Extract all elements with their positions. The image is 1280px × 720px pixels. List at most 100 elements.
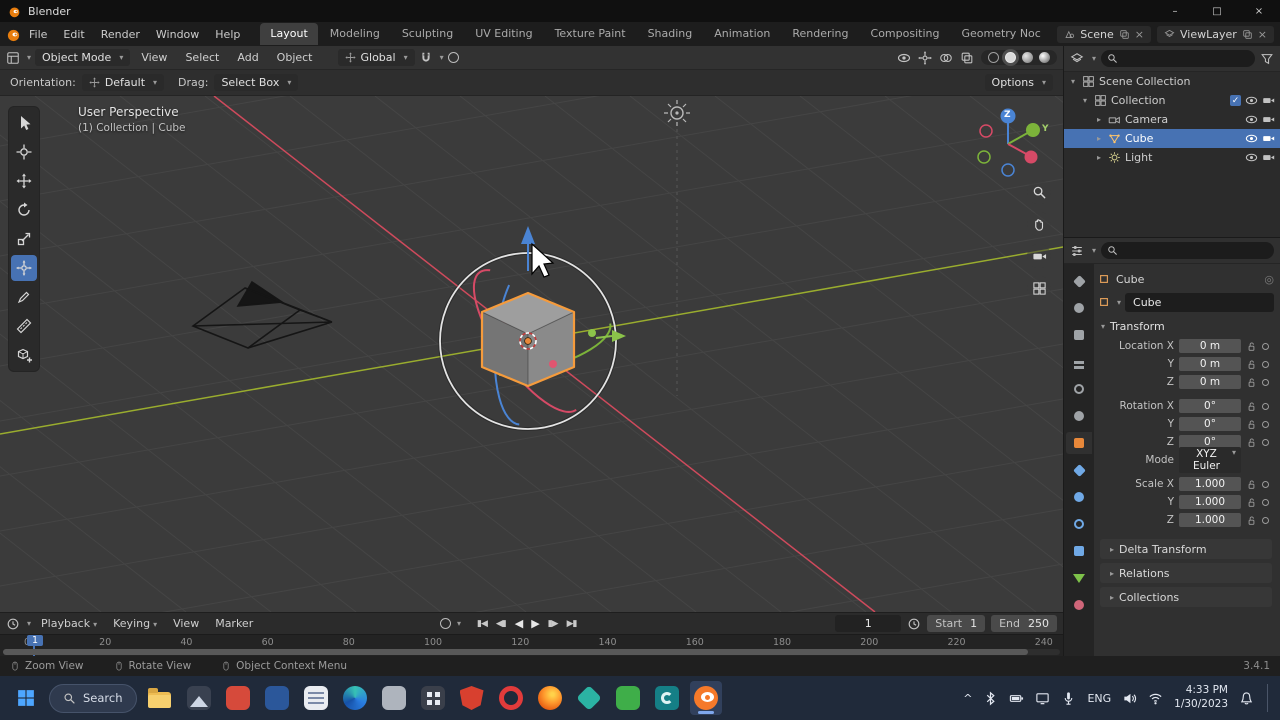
tab-rendering[interactable]: Rendering [782, 23, 858, 45]
play-button[interactable]: ▶ [528, 615, 541, 632]
edge-browser-button[interactable] [339, 681, 371, 715]
expand-icon[interactable]: ▸ [1094, 115, 1104, 124]
scene-selector[interactable]: Scene × [1057, 25, 1151, 43]
options-dropdown[interactable]: Options ▾ [984, 74, 1053, 91]
annotate-tool[interactable] [11, 284, 37, 310]
gizmo-y-label[interactable]: Y [1042, 124, 1049, 134]
lock-icon[interactable] [1246, 359, 1257, 370]
snap-options-chevron-icon[interactable]: ▾ [440, 53, 444, 62]
animate-dot-icon[interactable] [1262, 360, 1269, 368]
wifi-icon[interactable] [1148, 691, 1163, 706]
keying-menu[interactable]: Keying ▾ [107, 615, 163, 632]
menu-render[interactable]: Render [93, 25, 148, 44]
lock-icon[interactable] [1246, 377, 1257, 388]
transform-section-header[interactable]: ▾ Transform [1098, 316, 1274, 337]
gizmo-z-label[interactable]: Z [1004, 110, 1011, 120]
app-menu-icon[interactable] [6, 27, 21, 42]
show-desktop-button[interactable] [1267, 684, 1270, 712]
file-explorer-button[interactable] [144, 681, 176, 715]
tab-modeling[interactable]: Modeling [320, 23, 390, 45]
teal-app-button[interactable] [573, 681, 605, 715]
rotation-mode-dropdown[interactable]: XYZ Euler ▾ [1179, 447, 1241, 473]
orientation-default-dropdown[interactable]: Default ▾ [81, 74, 165, 91]
bluetooth-icon[interactable] [983, 691, 998, 706]
scale-x-field[interactable]: 1.000 [1179, 477, 1241, 491]
animate-dot-icon[interactable] [1262, 438, 1269, 446]
animate-dot-icon[interactable] [1262, 378, 1269, 386]
start-button[interactable] [10, 681, 42, 715]
marker-menu[interactable]: Marker [209, 615, 259, 632]
filter-icon[interactable] [1260, 52, 1274, 66]
volume-icon[interactable] [1122, 691, 1137, 706]
office-app-button[interactable] [417, 681, 449, 715]
menu-window[interactable]: Window [148, 25, 207, 44]
timeline-ruler[interactable]: 020 4060 80100 120140 160180 200220 240 … [0, 634, 1063, 657]
unlink-scene-icon[interactable]: × [1135, 28, 1144, 41]
proportional-editing-icon[interactable] [447, 52, 459, 63]
transform-orientation-dropdown[interactable]: Global ▾ [337, 49, 415, 66]
tab-geometry-nodes[interactable]: Geometry Noc [951, 23, 1050, 45]
xray-toggle-icon[interactable] [960, 51, 974, 65]
lock-icon[interactable] [1246, 515, 1257, 526]
outliner-row-camera[interactable]: ▸ Camera [1064, 110, 1280, 129]
new-scene-icon[interactable] [1119, 29, 1130, 40]
add-cube-tool[interactable] [11, 342, 37, 368]
hide-eye-icon[interactable] [1245, 151, 1258, 164]
pin-id-icon[interactable]: ◎ [1264, 273, 1274, 286]
antivirus-app-button[interactable] [456, 681, 488, 715]
tab-texture-paint[interactable]: Texture Paint [545, 23, 636, 45]
location-x-field[interactable]: 0 m [1179, 339, 1241, 353]
move-tool[interactable] [11, 168, 37, 194]
outliner-row-light[interactable]: ▸ Light [1064, 148, 1280, 167]
remove-viewlayer-icon[interactable]: × [1258, 28, 1267, 41]
location-y-field[interactable]: 0 m [1179, 357, 1241, 371]
collection-checkbox[interactable]: ✓ [1230, 95, 1241, 106]
new-viewlayer-icon[interactable] [1242, 29, 1253, 40]
view-menu[interactable]: View [167, 615, 205, 632]
viewlayer-selector[interactable]: ViewLayer × [1157, 25, 1274, 43]
animate-dot-icon[interactable] [1262, 480, 1269, 488]
minimize-button[interactable]: – [1154, 0, 1196, 22]
scale-z-field[interactable]: 1.000 [1179, 513, 1241, 527]
animate-dot-icon[interactable] [1262, 498, 1269, 506]
outliner-editor-icon[interactable] [1070, 52, 1084, 66]
tab-animation[interactable]: Animation [704, 23, 780, 45]
disable-render-icon[interactable] [1262, 151, 1275, 164]
animate-dot-icon[interactable] [1262, 420, 1269, 428]
editor-type-chevron-icon[interactable]: ▾ [27, 53, 31, 62]
tab-shading[interactable]: Shading [638, 23, 703, 45]
hide-eye-icon[interactable] [1245, 113, 1258, 126]
notifications-bell-icon[interactable] [1239, 691, 1254, 706]
keying-chevron-icon[interactable]: ▾ [457, 619, 461, 628]
use-preview-range-icon[interactable] [907, 617, 921, 631]
editor-type-icon[interactable] [6, 51, 20, 65]
tab-material[interactable] [1066, 594, 1092, 616]
rotate-tool[interactable] [11, 197, 37, 223]
next-keyframe-button[interactable]: ▮▶ [545, 617, 561, 631]
end-frame-field[interactable]: End 250 [991, 615, 1057, 632]
play-reverse-button[interactable]: ◀ [512, 615, 525, 632]
menu-add[interactable]: Add [230, 48, 265, 67]
notepad-app-button[interactable] [300, 681, 332, 715]
editor-chevron-icon[interactable]: ▾ [27, 619, 31, 628]
tab-modifiers[interactable] [1066, 459, 1092, 481]
capture-app-button[interactable] [651, 681, 683, 715]
animate-dot-icon[interactable] [1262, 342, 1269, 350]
location-z-field[interactable]: 0 m [1179, 375, 1241, 389]
collections-section[interactable]: ▸ Collections [1100, 587, 1272, 607]
blue-app-button[interactable] [261, 681, 293, 715]
y-move-arrow[interactable] [612, 330, 626, 342]
hide-eye-icon[interactable] [1245, 132, 1258, 145]
menu-view[interactable]: View [134, 48, 174, 67]
firefox-browser-button[interactable] [534, 681, 566, 715]
lock-icon[interactable] [1246, 419, 1257, 430]
tab-uv-editing[interactable]: UV Editing [465, 23, 542, 45]
tab-constraints[interactable] [1066, 540, 1092, 562]
tab-tool[interactable] [1066, 270, 1092, 292]
outliner-row-collection[interactable]: ▾ Collection ✓ [1064, 91, 1280, 110]
animate-dot-icon[interactable] [1262, 402, 1269, 410]
opera-browser-button[interactable] [495, 681, 527, 715]
select-box-tool[interactable] [11, 110, 37, 136]
tab-sculpting[interactable]: Sculpting [392, 23, 463, 45]
properties-search-input[interactable] [1101, 242, 1274, 259]
